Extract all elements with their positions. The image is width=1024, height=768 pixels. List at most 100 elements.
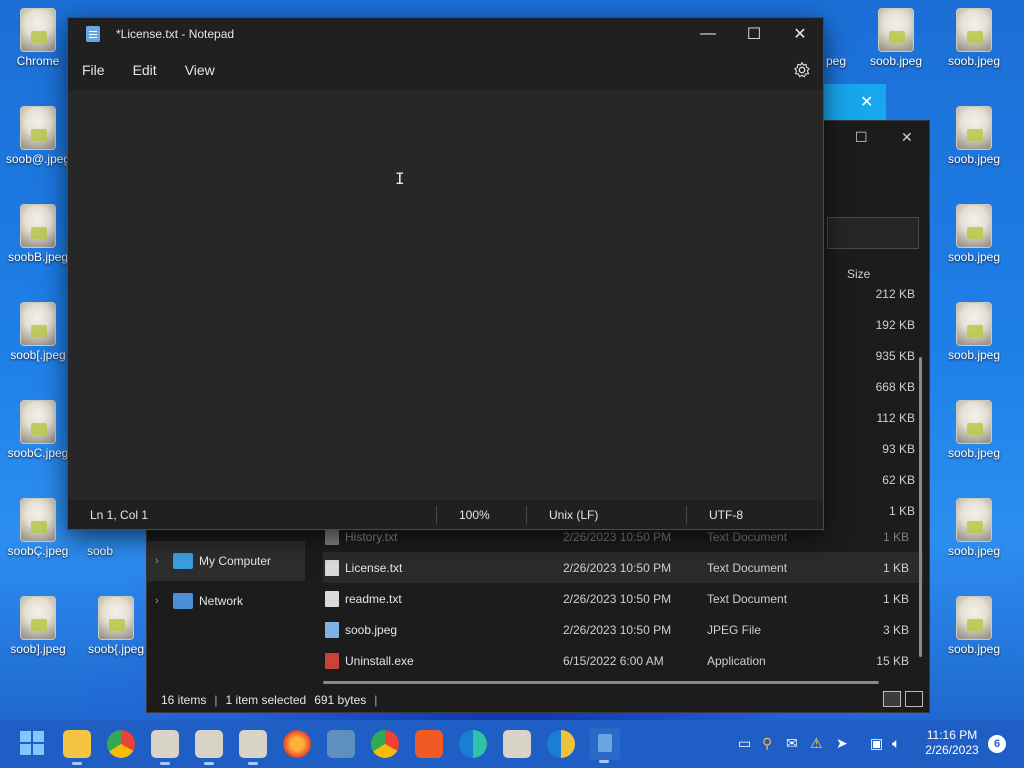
view-toggle — [883, 691, 923, 707]
notification-badge[interactable]: 6 — [988, 735, 1006, 753]
file-name: readme.txt — [345, 591, 402, 606]
system-clock[interactable]: 11:16 PM 2/26/2023 — [916, 728, 988, 758]
soob-app-icon[interactable] — [195, 730, 223, 765]
nav-item-network[interactable]: › Network — [147, 581, 305, 621]
edge-beta-icon[interactable] — [459, 730, 487, 758]
details-view-icon[interactable] — [883, 691, 901, 707]
close-icon[interactable]: ✕ — [860, 92, 873, 112]
desktop-icon[interactable]: soob.jpeg — [938, 2, 1010, 92]
search-input[interactable] — [827, 217, 919, 249]
table-row[interactable]: License.txt 2/26/2023 10:50 PM Text Docu… — [323, 552, 923, 583]
size-cell: 212 KB — [875, 287, 915, 301]
chrome-icon[interactable] — [107, 730, 135, 758]
gear-icon[interactable] — [793, 61, 811, 79]
desktop-icon-label: soobB.jpeg — [7, 250, 69, 264]
desktop-icon[interactable]: soob.jpeg — [938, 492, 1010, 582]
notepad-icon — [86, 26, 100, 42]
size-cell: 93 KB — [882, 442, 915, 456]
menu-edit[interactable]: Edit — [119, 55, 171, 85]
file-size: 1 KB — [882, 560, 909, 575]
location-icon[interactable]: ➤ — [836, 735, 848, 752]
close-button[interactable]: ✕ — [777, 18, 823, 50]
table-row[interactable]: readme.txt 2/26/2023 10:50 PM Text Docum… — [323, 583, 923, 614]
minimize-button[interactable]: — — [685, 18, 731, 50]
title-bar[interactable]: *License.txt - Notepad — ☐ ✕ — [68, 18, 823, 50]
desktop-icon[interactable]: soobÇ.jpeg — [2, 492, 74, 582]
chevron-right-icon[interactable]: › — [155, 555, 173, 567]
search-icon[interactable]: ⚲ — [762, 735, 772, 752]
desktop-icon[interactable]: soob.jpeg — [938, 100, 1010, 190]
desktop-icon[interactable]: soobC.jpeg — [2, 394, 74, 484]
file-date: 2/26/2023 10:50 PM — [563, 560, 672, 575]
desktop-icon[interactable]: soob].jpeg — [2, 590, 74, 680]
desktop-icon-label: soob — [86, 544, 114, 558]
horizontal-scrollbar[interactable] — [323, 681, 879, 684]
file-size: 3 KB — [882, 622, 909, 637]
jpeg-thumbnail-icon — [956, 106, 992, 150]
maximize-button[interactable]: ☐ — [731, 18, 777, 50]
security-warning-icon[interactable]: ⚠ — [810, 735, 823, 752]
firefox-icon[interactable] — [283, 730, 311, 758]
network-icon — [173, 593, 193, 609]
menu-view[interactable]: View — [171, 55, 229, 85]
navigation-pane: › My Computer › Network — [147, 541, 305, 621]
desktop-icon-label: soob.jpeg — [947, 446, 1001, 460]
maximize-icon[interactable]: ☐ — [855, 129, 868, 146]
nav-item-my-computer[interactable]: › My Computer — [147, 541, 305, 581]
brave-icon[interactable] — [415, 730, 443, 758]
notepad-icon — [598, 734, 612, 752]
jpeg-thumbnail-icon — [956, 302, 992, 346]
desktop-icon-chrome[interactable]: Chrome — [2, 2, 74, 92]
soob-app-icon[interactable] — [151, 730, 179, 765]
photos-icon[interactable] — [327, 730, 355, 758]
text-cursor-icon: I — [395, 169, 405, 188]
size-cell: 192 KB — [875, 318, 915, 332]
table-row[interactable]: soob.jpeg 2/26/2023 10:50 PM JPEG File 3… — [323, 614, 923, 645]
desktop-icon[interactable]: soob.jpeg — [860, 2, 932, 92]
chrome-icon[interactable] — [371, 730, 399, 758]
desktop-icon[interactable]: soob.jpeg — [938, 590, 1010, 680]
desktop-icon[interactable]: soob{.jpeg — [80, 590, 152, 680]
soob-app-icon[interactable] — [239, 730, 267, 765]
file-date: 2/26/2023 10:50 PM — [563, 622, 672, 637]
desktop-icon[interactable]: soob@.jpeg — [2, 100, 74, 190]
jpeg-thumbnail-icon — [20, 596, 56, 640]
file-size: 15 KB — [876, 653, 909, 668]
text-editor[interactable]: I — [68, 90, 823, 500]
file-name: License.txt — [345, 560, 403, 575]
table-row[interactable]: Uninstall.exe 6/15/2022 6:00 AM Applicat… — [323, 645, 923, 676]
computer-icon — [173, 553, 193, 569]
notepad-taskbar-icon[interactable] — [590, 728, 620, 763]
clock-time: 11:16 PM — [926, 728, 978, 742]
nav-item-label: My Computer — [199, 554, 272, 568]
edge-canary-icon[interactable] — [547, 730, 575, 758]
jpeg-thumbnail-icon — [878, 8, 914, 52]
chevron-right-icon[interactable]: › — [155, 595, 173, 607]
desktop-icon-label: soob[.jpeg — [10, 348, 66, 362]
desktop-icon[interactable]: soob.jpeg — [938, 296, 1010, 386]
desktop-icon[interactable]: soob[.jpeg — [2, 296, 74, 386]
item-count: 16 items — [161, 693, 207, 707]
tiles-view-icon[interactable] — [905, 691, 923, 707]
network-off-icon[interactable]: ✉ — [786, 735, 798, 752]
maximize-icon: ☐ — [746, 26, 762, 43]
desktop-icon[interactable]: soob.jpeg — [938, 394, 1010, 484]
display-icon[interactable]: ▣ — [870, 735, 883, 752]
file-explorer-icon[interactable] — [63, 730, 91, 765]
file-name: soob.jpeg — [345, 622, 398, 637]
desktop-icon-label: soob{.jpeg — [87, 642, 145, 656]
start-icon[interactable] — [20, 731, 48, 759]
file-date: 6/15/2022 6:00 AM — [563, 653, 664, 668]
menu-file[interactable]: File — [68, 55, 119, 85]
soob-app-icon[interactable] — [503, 730, 531, 758]
desktop-icon[interactable]: soobB.jpeg — [2, 198, 74, 288]
desktop-icon-label: soob].jpeg — [10, 642, 66, 656]
tray-icon[interactable]: ▭ — [738, 735, 751, 752]
minimize-icon: — — [700, 25, 716, 42]
application-icon — [325, 652, 339, 669]
file-type: Text Document — [707, 560, 788, 575]
vertical-scrollbar[interactable] — [919, 357, 922, 657]
close-icon[interactable]: ✕ — [901, 129, 913, 146]
volume-icon[interactable]: 🔈︎ — [892, 735, 900, 752]
desktop-icon[interactable]: soob.jpeg — [938, 198, 1010, 288]
